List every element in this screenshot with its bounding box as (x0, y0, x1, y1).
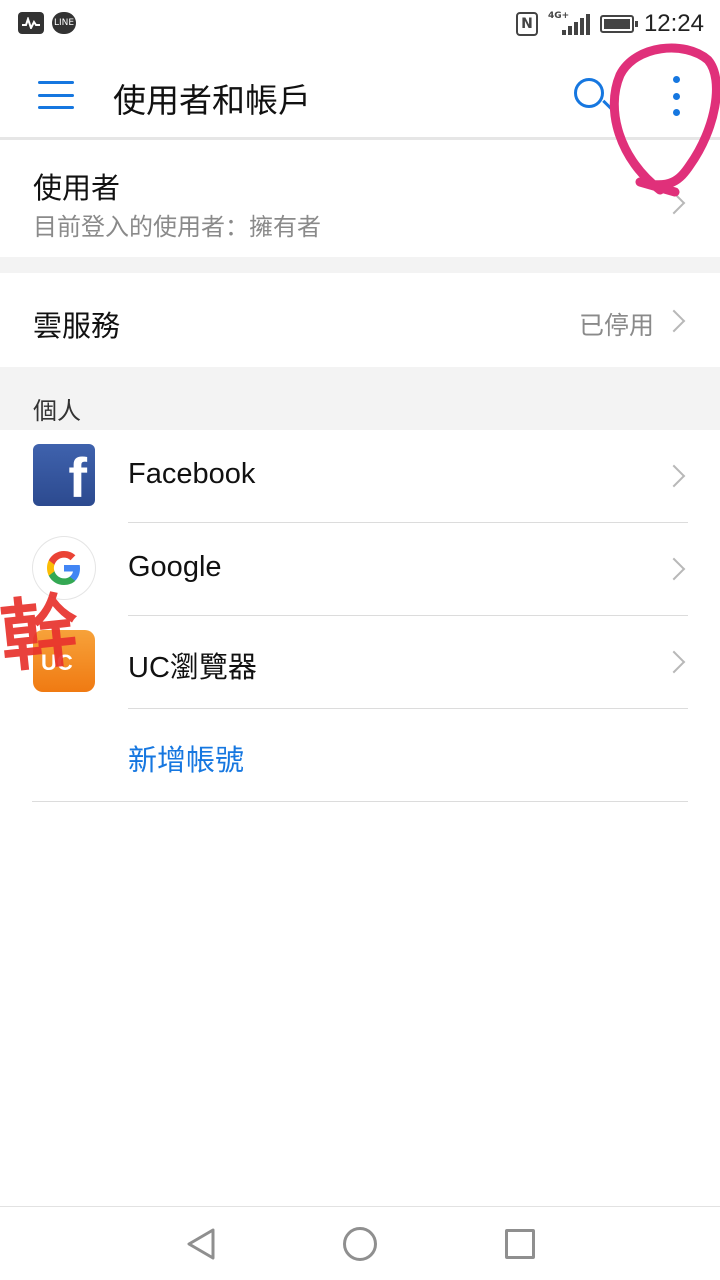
divider (32, 801, 688, 802)
users-subtitle: 目前登入的使用者：擁有者 (33, 213, 321, 241)
account-row-google[interactable]: Google (0, 523, 720, 616)
chevron-right-icon (662, 464, 686, 488)
navigation-bar (0, 1206, 720, 1280)
battery-icon (599, 15, 638, 33)
back-icon[interactable] (185, 1227, 217, 1261)
chevron-right-icon (662, 650, 686, 674)
status-time: 12:24 (643, 10, 704, 37)
cloud-service-status: 已停用 (578, 311, 654, 340)
stamp-annotation: 幹 (0, 585, 84, 684)
add-account-button[interactable]: 新增帳號 (0, 709, 720, 802)
cloud-service-row[interactable]: 雲服務 已停用 (0, 273, 720, 367)
line-app-icon: LINE (52, 12, 76, 34)
add-account-label: 新增帳號 (128, 743, 245, 777)
page-title: 使用者和帳戶 (113, 81, 311, 120)
chevron-right-icon (662, 309, 686, 333)
signal-icon: 4G+ (547, 11, 590, 35)
nfc-icon: N (515, 12, 538, 36)
home-icon[interactable] (343, 1227, 377, 1261)
account-label: Google (128, 551, 222, 583)
menu-icon[interactable] (38, 81, 74, 109)
personal-header-label: 個人 (33, 397, 81, 425)
account-row-uc-browser[interactable]: UC UC瀏覽器 (0, 616, 720, 709)
account-row-facebook[interactable]: f Facebook (0, 430, 720, 523)
activity-icon (18, 12, 44, 34)
facebook-icon: f (33, 444, 95, 509)
highlight-circle-annotation (609, 43, 720, 197)
network-type: 4G+ (547, 11, 570, 21)
personal-section-header: 個人 (0, 367, 720, 430)
users-title: 使用者 (33, 171, 121, 205)
account-label: Facebook (128, 458, 256, 490)
chevron-right-icon (662, 557, 686, 581)
cloud-service-title: 雲服務 (33, 309, 121, 343)
settings-screen: LINE N 4G+ 12:24 使用者和帳戶 使用者 目前登入的使用者：擁有者… (0, 0, 720, 1280)
section-spacer (0, 257, 720, 273)
recents-icon[interactable] (505, 1229, 535, 1259)
account-label: UC瀏覽器 (128, 652, 257, 684)
